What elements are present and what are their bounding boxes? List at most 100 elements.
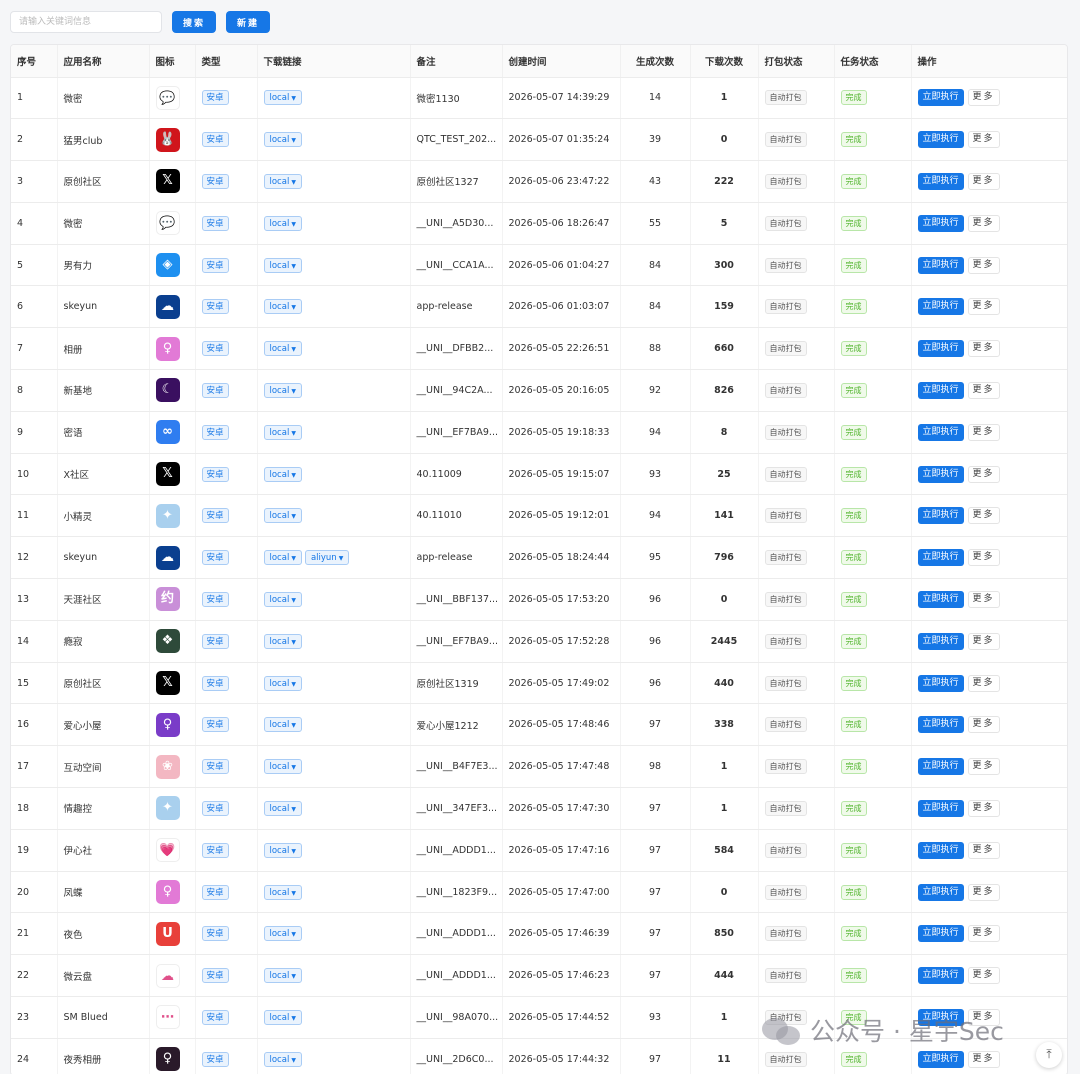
cell-icon: ✦: [149, 787, 196, 830]
download-link-tag-local[interactable]: local ▼: [263, 466, 302, 482]
execute-now-button[interactable]: 立即执行: [917, 89, 964, 107]
execute-now-button[interactable]: 立即执行: [917, 131, 964, 149]
more-button[interactable]: 更多: [967, 549, 1000, 567]
download-link-tag-local[interactable]: local ▼: [263, 1009, 302, 1025]
download-link-tag-local[interactable]: local ▼: [263, 675, 302, 691]
execute-now-button[interactable]: 立即执行: [917, 381, 964, 399]
download-link-tag-local[interactable]: local ▼: [263, 341, 302, 357]
more-button[interactable]: 更多: [967, 172, 1000, 190]
download-link-tag-local[interactable]: local ▼: [263, 842, 302, 858]
execute-now-button[interactable]: 立即执行: [917, 1050, 964, 1068]
download-link-tag-local[interactable]: local ▼: [263, 1051, 302, 1067]
download-link-tag-local[interactable]: local ▼: [263, 215, 302, 231]
execute-now-button[interactable]: 立即执行: [917, 549, 964, 567]
execute-now-button[interactable]: 立即执行: [917, 967, 964, 985]
more-button[interactable]: 更多: [967, 465, 1000, 483]
download-link-tag-local[interactable]: local ▼: [263, 424, 302, 440]
more-button[interactable]: 更多: [967, 1050, 1000, 1068]
execute-now-button[interactable]: 立即执行: [917, 340, 964, 358]
caret-down-icon: ▼: [291, 513, 296, 521]
download-link-tag-local[interactable]: local ▼: [263, 382, 302, 398]
header-name: 应用名称: [57, 45, 150, 78]
download-link-tag-local[interactable]: local ▼: [263, 926, 302, 942]
search-button[interactable]: 搜索: [172, 11, 217, 33]
caret-down-icon: ▼: [291, 429, 296, 437]
execute-now-button[interactable]: 立即执行: [917, 841, 964, 859]
download-link-tag-local[interactable]: local ▼: [263, 257, 302, 273]
download-link-tag-local[interactable]: local ▼: [263, 884, 302, 900]
table-row: 20 凤蝶 ♀ 安卓 local ▼ __UNI__1823F9... 2026-…: [11, 871, 1067, 914]
download-link-tag-local[interactable]: local ▼: [263, 717, 302, 733]
caret-down-icon: ▼: [291, 346, 296, 354]
more-button[interactable]: 更多: [967, 799, 1000, 817]
search-input[interactable]: [10, 11, 162, 33]
download-link-tag-local[interactable]: local ▼: [263, 633, 302, 649]
more-button[interactable]: 更多: [967, 340, 1000, 358]
download-link-tag-local[interactable]: local ▼: [263, 759, 302, 775]
cell-task-status: 完成: [834, 578, 912, 621]
x-logo-icon: 𝕏: [155, 671, 180, 696]
cell-gen-count: 97: [620, 1038, 691, 1074]
more-button[interactable]: 更多: [967, 883, 1000, 901]
more-button[interactable]: 更多: [967, 507, 1000, 525]
execute-now-button[interactable]: 立即执行: [917, 507, 964, 525]
cell-ops: 立即执行 更多: [911, 453, 1067, 496]
cell-type: 安卓: [195, 494, 258, 538]
more-button[interactable]: 更多: [967, 214, 1000, 232]
execute-now-button[interactable]: 立即执行: [917, 674, 964, 692]
more-button[interactable]: 更多: [967, 423, 1000, 441]
download-link-tag-local[interactable]: local ▼: [263, 132, 302, 148]
header-gen-count: 生成次数: [620, 45, 691, 78]
more-button[interactable]: 更多: [967, 674, 1000, 692]
more-button[interactable]: 更多: [967, 967, 1000, 985]
download-link-tag-local[interactable]: local ▼: [263, 591, 302, 607]
download-link-tag-aliyun[interactable]: aliyun ▼: [304, 550, 350, 566]
more-button[interactable]: 更多: [967, 89, 1000, 107]
download-link-tag-local[interactable]: local ▼: [263, 299, 302, 315]
cell-download-count: 338: [690, 703, 759, 747]
cell-task-status: 完成: [834, 327, 912, 371]
execute-now-button[interactable]: 立即执行: [917, 256, 964, 274]
more-button[interactable]: 更多: [967, 1008, 1000, 1026]
download-link-tag-local[interactable]: local ▼: [263, 800, 302, 816]
cell-download-links: local ▼: [257, 662, 411, 705]
download-link-tag-local[interactable]: local ▼: [263, 508, 302, 524]
execute-now-button[interactable]: 立即执行: [917, 465, 964, 483]
execute-now-button[interactable]: 立即执行: [917, 716, 964, 734]
download-link-tag-local[interactable]: local ▼: [263, 90, 302, 106]
execute-now-button[interactable]: 立即执行: [917, 925, 964, 943]
more-button[interactable]: 更多: [967, 298, 1000, 316]
execute-now-button[interactable]: 立即执行: [917, 172, 964, 190]
caret-down-icon: ▼: [291, 638, 296, 646]
more-button[interactable]: 更多: [967, 925, 1000, 943]
pack-status-tag: 自动打包: [764, 926, 807, 942]
new-button[interactable]: 新建: [226, 11, 271, 33]
execute-now-button[interactable]: 立即执行: [917, 799, 964, 817]
execute-now-button[interactable]: 立即执行: [917, 632, 964, 650]
more-button[interactable]: 更多: [967, 256, 1000, 274]
download-link-tag-local[interactable]: local ▼: [263, 550, 302, 566]
more-button[interactable]: 更多: [967, 590, 1000, 608]
execute-now-button[interactable]: 立即执行: [917, 1008, 964, 1026]
pack-status-tag: 自动打包: [764, 173, 807, 189]
back-to-top-button[interactable]: ⤒: [1036, 1042, 1062, 1068]
execute-now-button[interactable]: 立即执行: [917, 298, 964, 316]
download-link-tag-local[interactable]: local ▼: [263, 173, 302, 189]
more-button[interactable]: 更多: [967, 758, 1000, 776]
download-link-tag-local[interactable]: local ▼: [263, 968, 302, 984]
table-row: 24 夜秀相册 ♀ 安卓 local ▼ __UNI__2D6C0... 2026…: [11, 1038, 1067, 1074]
download-link-label: local: [269, 1012, 290, 1023]
more-button[interactable]: 更多: [967, 716, 1000, 734]
execute-now-button[interactable]: 立即执行: [917, 214, 964, 232]
more-button[interactable]: 更多: [967, 841, 1000, 859]
more-button[interactable]: 更多: [967, 381, 1000, 399]
execute-now-button[interactable]: 立即执行: [917, 883, 964, 901]
execute-now-button[interactable]: 立即执行: [917, 590, 964, 608]
more-button[interactable]: 更多: [967, 632, 1000, 650]
execute-now-button[interactable]: 立即执行: [917, 758, 964, 776]
execute-now-button[interactable]: 立即执行: [917, 423, 964, 441]
cell-download-count: 1: [690, 77, 759, 120]
cell-task-status: 完成: [834, 662, 912, 705]
more-button[interactable]: 更多: [967, 131, 1000, 149]
cell-type: 安卓: [195, 77, 258, 120]
